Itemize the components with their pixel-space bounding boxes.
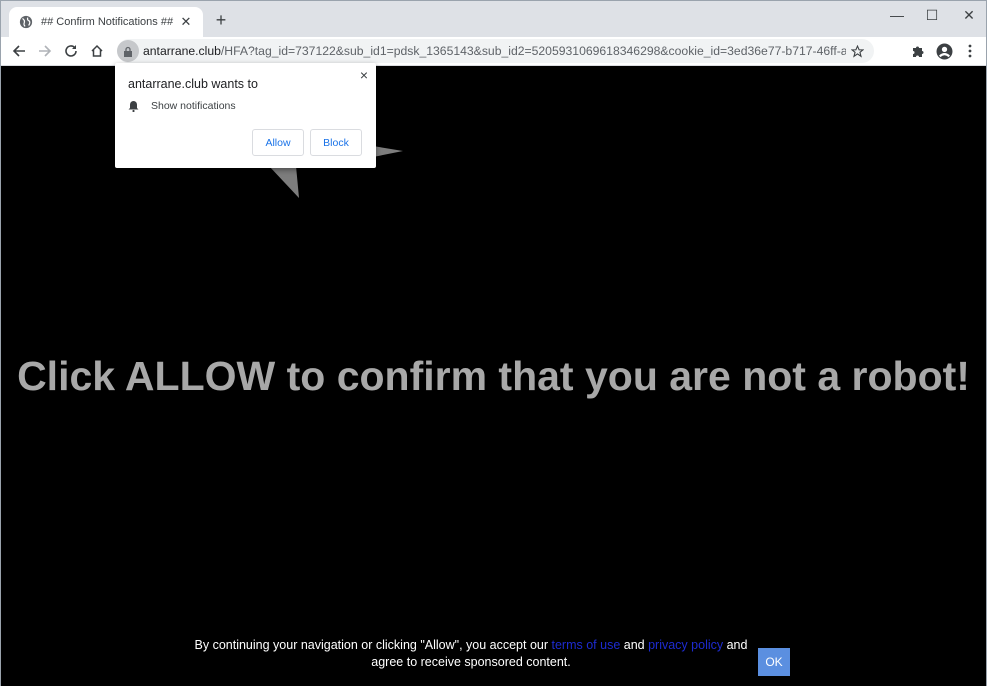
permission-row: Show notifications xyxy=(128,100,236,112)
close-window-button[interactable]: ✕ xyxy=(951,1,987,29)
lock-icon xyxy=(124,46,132,57)
notification-permission-popup: antarrane.club wants to × Show notificat… xyxy=(115,63,376,168)
extensions-button[interactable] xyxy=(908,41,928,61)
ok-button[interactable]: OK xyxy=(758,648,790,676)
title-bar: ## Confirm Notifications ## ✕ + — ☐ ✕ xyxy=(1,1,986,37)
puzzle-icon xyxy=(913,46,924,57)
page-headline: Click ALLOW to confirm that you are not … xyxy=(17,353,970,399)
kebab-menu-icon xyxy=(968,44,972,58)
new-tab-button[interactable]: + xyxy=(211,10,231,30)
browser-window: ## Confirm Notifications ## ✕ + — ☐ ✕ an… xyxy=(0,0,987,686)
profile-button[interactable] xyxy=(934,41,954,61)
forward-arrow-icon xyxy=(39,45,52,57)
home-icon xyxy=(91,44,103,57)
menu-button[interactable] xyxy=(960,41,980,61)
reload-icon xyxy=(65,45,77,57)
bookmark-star-button[interactable] xyxy=(846,40,868,62)
tab-title: ## Confirm Notifications ## xyxy=(41,16,174,28)
maximize-button[interactable]: ☐ xyxy=(914,1,950,29)
privacy-policy-link[interactable]: privacy policy xyxy=(648,638,723,652)
url-text[interactable]: antarrane.club/HFA?tag_id=737122&sub_id1… xyxy=(143,44,846,58)
minimize-button[interactable]: — xyxy=(879,1,915,29)
address-bar[interactable]: antarrane.club/HFA?tag_id=737122&sub_id1… xyxy=(117,39,874,63)
allow-button[interactable]: Allow xyxy=(252,129,304,156)
consent-text-1: By continuing your navigation or clickin… xyxy=(194,638,552,652)
url-path: /HFA?tag_id=737122&sub_id1=pdsk_1365143&… xyxy=(220,44,846,58)
home-button[interactable] xyxy=(86,40,108,62)
forward-button[interactable] xyxy=(34,40,56,62)
permission-label: Show notifications xyxy=(151,100,236,112)
block-button[interactable]: Block xyxy=(310,129,362,156)
tab-close-icon[interactable]: ✕ xyxy=(179,14,193,30)
browser-tab[interactable]: ## Confirm Notifications ## ✕ xyxy=(9,7,203,37)
bell-icon xyxy=(128,101,139,112)
back-button[interactable] xyxy=(8,40,30,62)
globe-icon xyxy=(19,15,33,29)
back-arrow-icon xyxy=(12,45,25,57)
url-host: antarrane.club xyxy=(143,44,221,58)
consent-text-2: and xyxy=(620,638,649,652)
account-icon xyxy=(936,43,952,59)
reload-button[interactable] xyxy=(60,40,82,62)
popup-close-button[interactable]: × xyxy=(360,67,368,83)
consent-notice: By continuing your navigation or clickin… xyxy=(191,637,751,671)
popup-title: antarrane.club wants to xyxy=(128,77,258,91)
site-info-button[interactable] xyxy=(117,40,139,62)
star-icon xyxy=(850,44,864,58)
terms-of-use-link[interactable]: terms of use xyxy=(552,638,621,652)
browser-toolbar: antarrane.club/HFA?tag_id=737122&sub_id1… xyxy=(1,37,986,66)
